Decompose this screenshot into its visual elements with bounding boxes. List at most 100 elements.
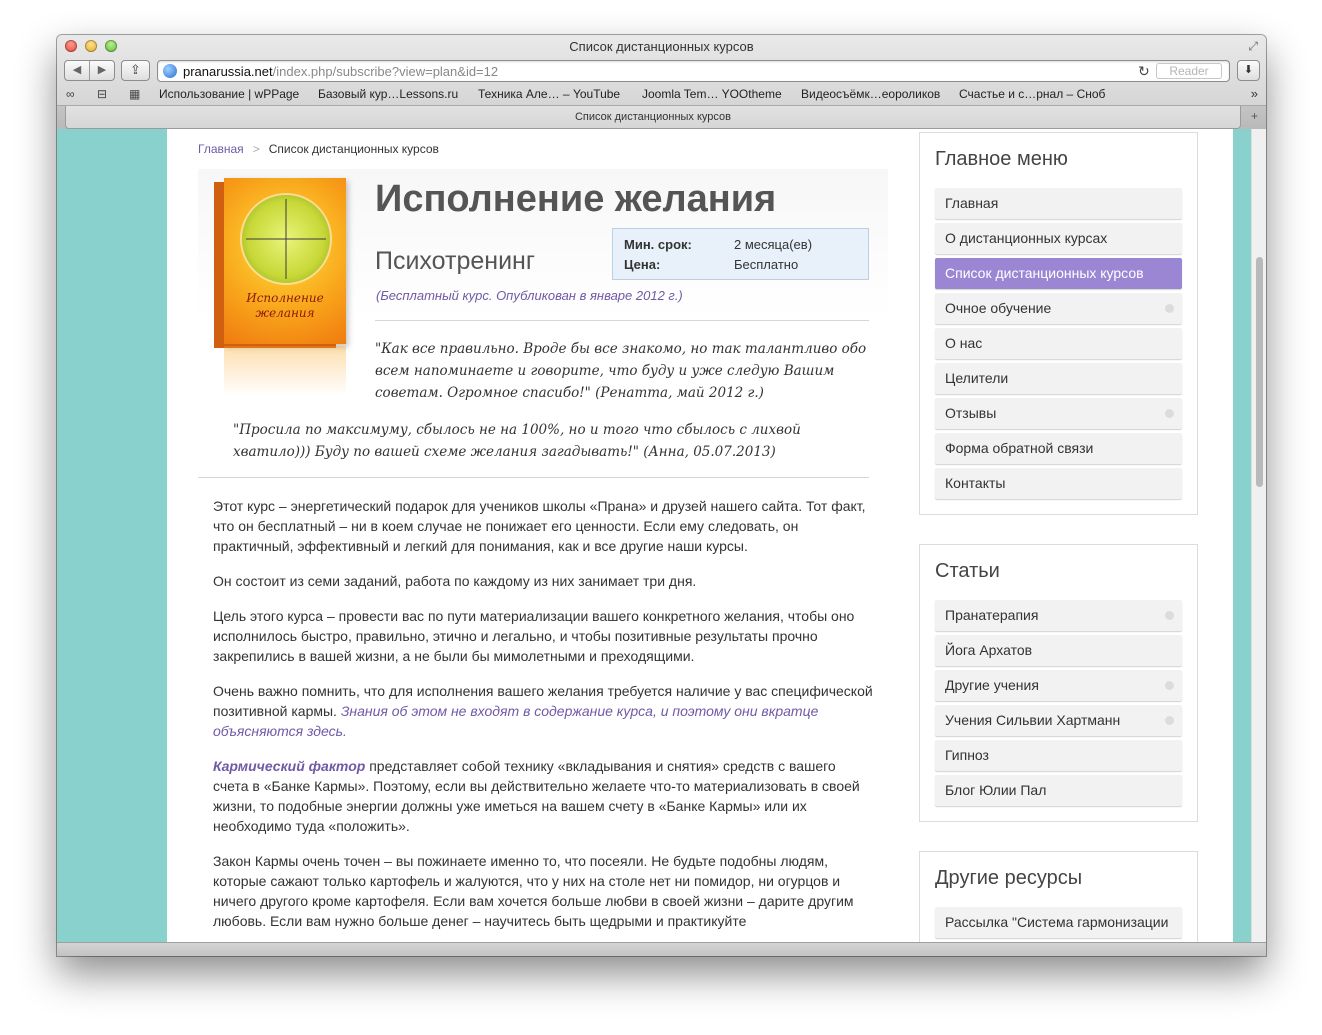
status-bar [57, 942, 1266, 956]
menu-item-feedback-form[interactable]: Форма обратной связи [935, 433, 1182, 464]
course-box-image: Исполнение желания [214, 178, 354, 400]
main-menu-title: Главное меню [935, 148, 1068, 170]
menu-item-label: Рассылка "Система гармонизации [945, 914, 1169, 930]
bookmark-item[interactable]: Использование | wPPage [159, 87, 299, 101]
box-cover-title: Исполнение желания [246, 291, 324, 320]
menu-item-contacts[interactable]: Контакты [935, 468, 1182, 499]
breadcrumb-separator-icon: > [252, 142, 260, 156]
menu-item-arhat-yoga[interactable]: Йога Архатов [935, 635, 1182, 666]
paragraph: Цель этого курса – провести вас по пути … [213, 608, 855, 664]
menu-item-blog[interactable]: Блог Юлии Пал [935, 775, 1182, 806]
menu-item-reviews[interactable]: Отзывы [935, 398, 1182, 429]
divider [375, 320, 869, 321]
tab-active[interactable]: Список дистанционных курсов [65, 106, 1241, 129]
course-info-box: Мин. срок: 2 месяца(ев) Цена: Бесплатно [612, 228, 869, 280]
menu-item-home[interactable]: Главная [935, 188, 1182, 219]
menu-item-label: Главная [945, 195, 999, 211]
vertical-scrollbar[interactable] [1251, 129, 1266, 942]
paragraph: Очень важно помнить, что для исполнения … [213, 681, 873, 741]
back-button[interactable]: ◀ [65, 61, 90, 80]
menu-item-hartmann[interactable]: Учения Сильвии Хартманн [935, 705, 1182, 736]
menu-item-healers[interactable]: Целители [935, 363, 1182, 394]
breadcrumb-current: Список дистанционных курсов [268, 142, 439, 156]
menu-item-label: О дистанционных курсах [945, 230, 1108, 246]
menu-item-label: Очное обучение [945, 300, 1052, 316]
browser-window: Список дистанционных курсов ⤢ ◀ ▶ ⇪ pran… [57, 35, 1266, 956]
karmic-factor-link[interactable]: Кармический фактор [213, 758, 365, 774]
articles-module: Статьи Пранатерапия Йога Архатов Другие … [919, 544, 1198, 822]
new-tab-icon[interactable]: + [1251, 109, 1258, 123]
paragraph: Закон Кармы очень точен – вы пожинаете и… [213, 853, 854, 929]
course-title: Исполнение желания [375, 178, 777, 220]
bookmarks-book-icon[interactable]: ⊟ [97, 87, 107, 101]
scrollbar-thumb[interactable] [1256, 257, 1263, 487]
articles-title: Статьи [935, 560, 1000, 582]
menu-item-label: Отзывы [945, 405, 997, 421]
bookmark-item[interactable]: Видеосъёмк…еороликов [801, 87, 940, 101]
price-value: Бесплатно [734, 257, 799, 272]
bookmark-item[interactable]: Счастье и с…рнал – Сноб [959, 87, 1105, 101]
course-subtitle: Психотренинг [375, 247, 535, 275]
resources-module: Другие ресурсы Рассылка "Система гармони… [919, 851, 1198, 942]
submenu-dot-icon [1165, 611, 1174, 620]
url-host: pranarussia.net [183, 64, 273, 79]
menu-item-pranatherapy[interactable]: Пранатерапия [935, 600, 1182, 631]
min-term-value: 2 месяца(ев) [734, 237, 813, 252]
bookmark-item[interactable]: Базовый кур…Lessons.ru [318, 87, 458, 101]
menu-item-label: О нас [945, 335, 983, 351]
forward-button[interactable]: ▶ [90, 61, 114, 80]
menu-item-label: Форма обратной связи [945, 440, 1094, 456]
url-text[interactable]: pranarussia.net/index.php/subscribe?view… [183, 64, 498, 79]
menu-item-about-courses[interactable]: О дистанционных курсах [935, 223, 1182, 254]
more-bookmarks-icon[interactable]: » [1251, 86, 1258, 101]
url-path: /index.php/subscribe?view=plan&id=12 [272, 64, 499, 79]
bookmark-item[interactable]: Техника Але… – YouTube [478, 87, 620, 101]
testimonial-quote: "Как все правильно. Вроде бы все знакомо… [375, 341, 867, 401]
box-cover: Исполнение желания [224, 178, 346, 344]
main-menu-module: Главное меню Главная О дистанционных кур… [919, 132, 1198, 515]
title-bar: Список дистанционных курсов ⤢ [57, 35, 1266, 57]
submenu-dot-icon [1165, 716, 1174, 725]
submenu-dot-icon [1165, 409, 1174, 418]
back-forward-group: ◀ ▶ [64, 60, 115, 81]
menu-item-course-list[interactable]: Список дистанционных курсов [935, 258, 1182, 289]
bookmark-item[interactable]: Joomla Tem… YOOtheme [642, 87, 782, 101]
menu-item-hypnosis[interactable]: Гипноз [935, 740, 1182, 771]
downloads-button[interactable]: ⬇ [1237, 60, 1260, 81]
bookmarks-bar: ∞ ⊟ ▦ Использование | wPPage Базовый кур… [57, 85, 1266, 105]
share-button[interactable]: ⇪ [121, 60, 150, 81]
menu-item-other-teachings[interactable]: Другие учения [935, 670, 1182, 701]
reload-icon[interactable]: ↻ [1138, 63, 1150, 80]
menu-item-in-person[interactable]: Очное обучение [935, 293, 1182, 324]
breadcrumb-home-link[interactable]: Главная [198, 142, 244, 156]
menu-item-label: Блог Юлии Пал [945, 782, 1047, 798]
paragraph: Он состоит из семи заданий, работа по ка… [213, 573, 697, 589]
menu-item-label: Список дистанционных курсов [945, 265, 1144, 281]
box-reflection [224, 346, 346, 396]
paragraph: Кармический фактор представляет собой те… [213, 756, 873, 836]
browser-toolbar: ◀ ▶ ⇪ pranarussia.net/index.php/subscrib… [57, 57, 1266, 85]
menu-item-newsletter[interactable]: Рассылка "Система гармонизации [935, 907, 1182, 938]
web-viewport: Главная > Список дистанционных курсов Испо… [57, 129, 1266, 942]
reader-button[interactable]: Reader [1156, 63, 1222, 79]
paragraph: Этот курс – энергетический подарок для у… [213, 498, 866, 554]
menu-item-about-us[interactable]: О нас [935, 328, 1182, 359]
address-bar[interactable]: pranarussia.net/index.php/subscribe?view… [157, 60, 1230, 82]
price-row: Цена: Бесплатно [624, 257, 798, 272]
testimonial-quote: "Просила по максимуму, сбылось не на 100… [233, 422, 801, 460]
menu-item-label: Йога Архатов [945, 642, 1033, 658]
globe-icon [163, 64, 177, 78]
menu-item-label: Пранатерапия [945, 607, 1039, 623]
page-container: Главная > Список дистанционных курсов Испо… [167, 129, 1233, 942]
divider [198, 477, 869, 478]
reading-list-icon[interactable]: ∞ [66, 87, 75, 101]
browser-chrome: Список дистанционных курсов ⤢ ◀ ▶ ⇪ pran… [57, 35, 1266, 129]
menu-item-label: Гипноз [945, 747, 989, 763]
fullscreen-icon[interactable]: ⤢ [1248, 39, 1258, 54]
top-sites-grid-icon[interactable]: ▦ [129, 87, 140, 101]
submenu-dot-icon [1165, 681, 1174, 690]
min-term-row: Мин. срок: 2 месяца(ев) [624, 237, 812, 252]
price-label: Цена: [624, 257, 661, 272]
menu-item-label: Другие учения [945, 677, 1039, 693]
menu-item-label: Контакты [945, 475, 1006, 491]
